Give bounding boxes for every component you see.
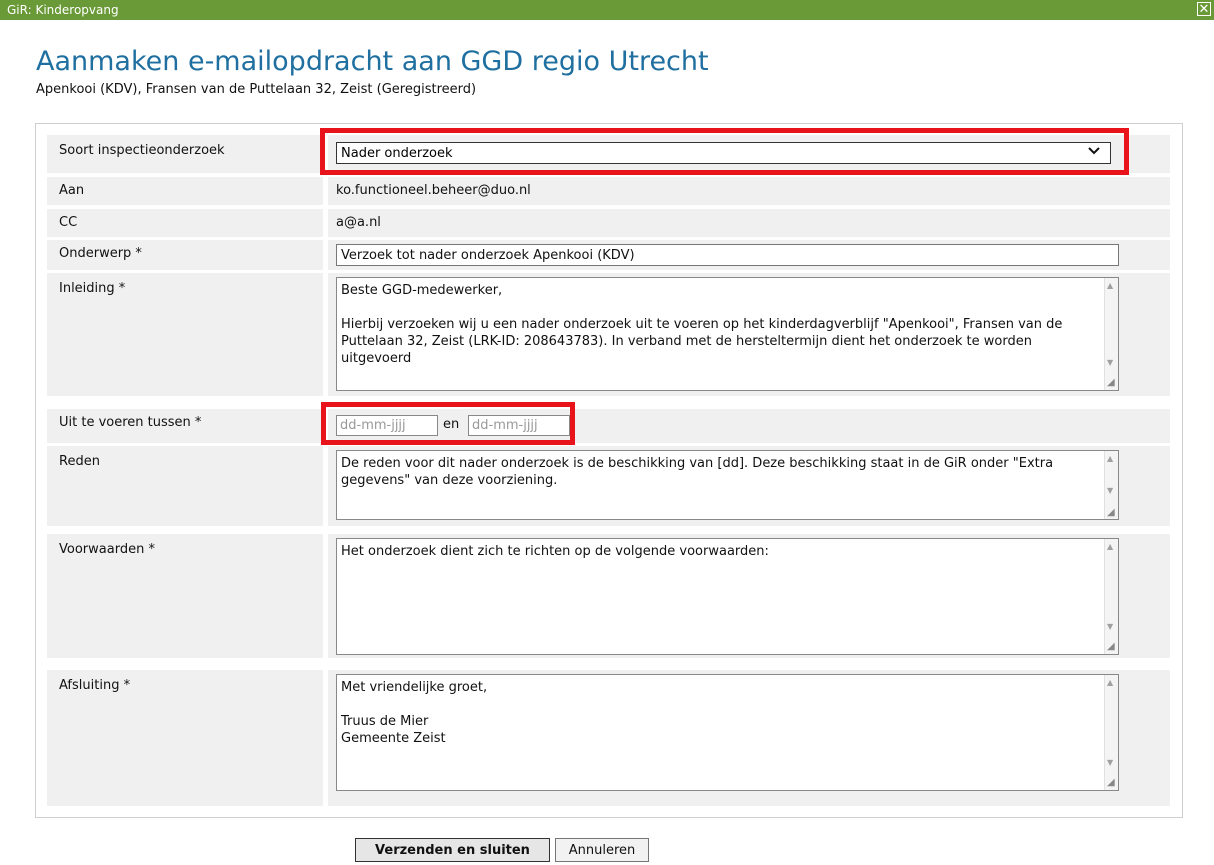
label-afsluiting: Afsluiting *	[47, 670, 323, 806]
value-cell-onderwerp	[328, 240, 1170, 270]
afsluiting-textarea[interactable]: Met vriendelijke groet, Truus de Mier Ge…	[336, 674, 1119, 791]
submit-button[interactable]: Verzenden en sluiten	[355, 838, 550, 862]
label-onderwerp: Onderwerp *	[47, 240, 323, 270]
resize-grip-icon[interactable]: ◢	[1107, 642, 1117, 652]
reden-textarea[interactable]: De reden voor dit nader onderzoek is de …	[336, 450, 1119, 520]
aan-value: ko.functioneel.beheer@duo.nl	[336, 183, 531, 198]
row-soort: Soort inspectieonderzoek Nader onderzoek	[47, 135, 1170, 173]
row-voorwaarden: Voorwaarden * Het onderzoek dient zich t…	[47, 534, 1170, 658]
value-cell-inleiding: Beste GGD-medewerker, Hierbij verzoeken …	[328, 273, 1170, 396]
label-cc: CC	[47, 209, 323, 237]
row-inleiding: Inleiding * Beste GGD-medewerker, Hierbi…	[47, 273, 1170, 396]
onderwerp-input[interactable]	[336, 244, 1119, 266]
cc-value: a@a.nl	[336, 215, 381, 230]
label-soort: Soort inspectieonderzoek	[47, 135, 323, 173]
label-voorwaarden: Voorwaarden *	[47, 534, 323, 658]
scroll-up-icon[interactable]: ▲	[1107, 281, 1113, 290]
window-title: GiR: Kinderopvang	[7, 3, 119, 17]
value-cell-soort: Nader onderzoek	[328, 135, 1170, 173]
inleiding-textarea[interactable]: Beste GGD-medewerker, Hierbij verzoeken …	[336, 277, 1119, 391]
afsluiting-scrollbar[interactable]: ▲ ▼	[1104, 675, 1118, 790]
date-from-input[interactable]	[336, 415, 438, 436]
scroll-down-icon[interactable]: ▼	[1107, 486, 1113, 495]
label-reden: Reden	[47, 446, 323, 526]
label-uit-te-voeren: Uit te voeren tussen *	[47, 409, 323, 443]
voorwaarden-textarea[interactable]: Het onderzoek dient zich te richten op d…	[336, 538, 1119, 655]
scroll-up-icon[interactable]: ▲	[1107, 542, 1113, 551]
row-aan: Aan ko.functioneel.beheer@duo.nl	[47, 177, 1170, 205]
value-cell-cc: a@a.nl	[328, 209, 1170, 237]
page-subtitle: Apenkooi (KDV), Fransen van de Puttelaan…	[36, 82, 477, 97]
value-cell-aan: ko.functioneel.beheer@duo.nl	[328, 177, 1170, 205]
date-separator: en	[443, 417, 460, 432]
value-cell-reden: De reden voor dit nader onderzoek is de …	[328, 446, 1170, 526]
resize-grip-icon[interactable]: ◢	[1107, 378, 1117, 388]
row-afsluiting: Afsluiting * Met vriendelijke groet, Tru…	[47, 670, 1170, 806]
value-cell-afsluiting: Met vriendelijke groet, Truus de Mier Ge…	[328, 670, 1170, 806]
label-aan: Aan	[47, 177, 323, 205]
voorwaarden-scrollbar[interactable]: ▲ ▼	[1104, 539, 1118, 654]
scroll-up-icon[interactable]: ▲	[1107, 454, 1113, 463]
window-titlebar: GiR: Kinderopvang ✕	[0, 0, 1214, 20]
scroll-up-icon[interactable]: ▲	[1107, 678, 1113, 687]
date-to-input[interactable]	[468, 415, 570, 436]
row-onderwerp: Onderwerp *	[47, 240, 1170, 270]
row-reden: Reden De reden voor dit nader onderzoek …	[47, 446, 1170, 526]
resize-grip-icon[interactable]: ◢	[1107, 778, 1117, 788]
scroll-down-icon[interactable]: ▼	[1107, 622, 1113, 631]
soort-select[interactable]: Nader onderzoek	[336, 142, 1111, 164]
page-title: Aanmaken e-mailopdracht aan GGD regio Ut…	[36, 46, 709, 77]
scroll-down-icon[interactable]: ▼	[1107, 758, 1113, 767]
row-uit-te-voeren: Uit te voeren tussen * en	[47, 409, 1170, 443]
resize-grip-icon[interactable]: ◢	[1107, 508, 1117, 518]
scroll-down-icon[interactable]: ▼	[1107, 358, 1113, 367]
row-cc: CC a@a.nl	[47, 209, 1170, 237]
close-icon[interactable]: ✕	[1197, 2, 1211, 16]
label-inleiding: Inleiding *	[47, 273, 323, 396]
cancel-button[interactable]: Annuleren	[555, 838, 649, 862]
inleiding-scrollbar[interactable]: ▲ ▼	[1104, 278, 1118, 390]
value-cell-uit-te-voeren: en	[328, 409, 1170, 443]
value-cell-voorwaarden: Het onderzoek dient zich te richten op d…	[328, 534, 1170, 658]
